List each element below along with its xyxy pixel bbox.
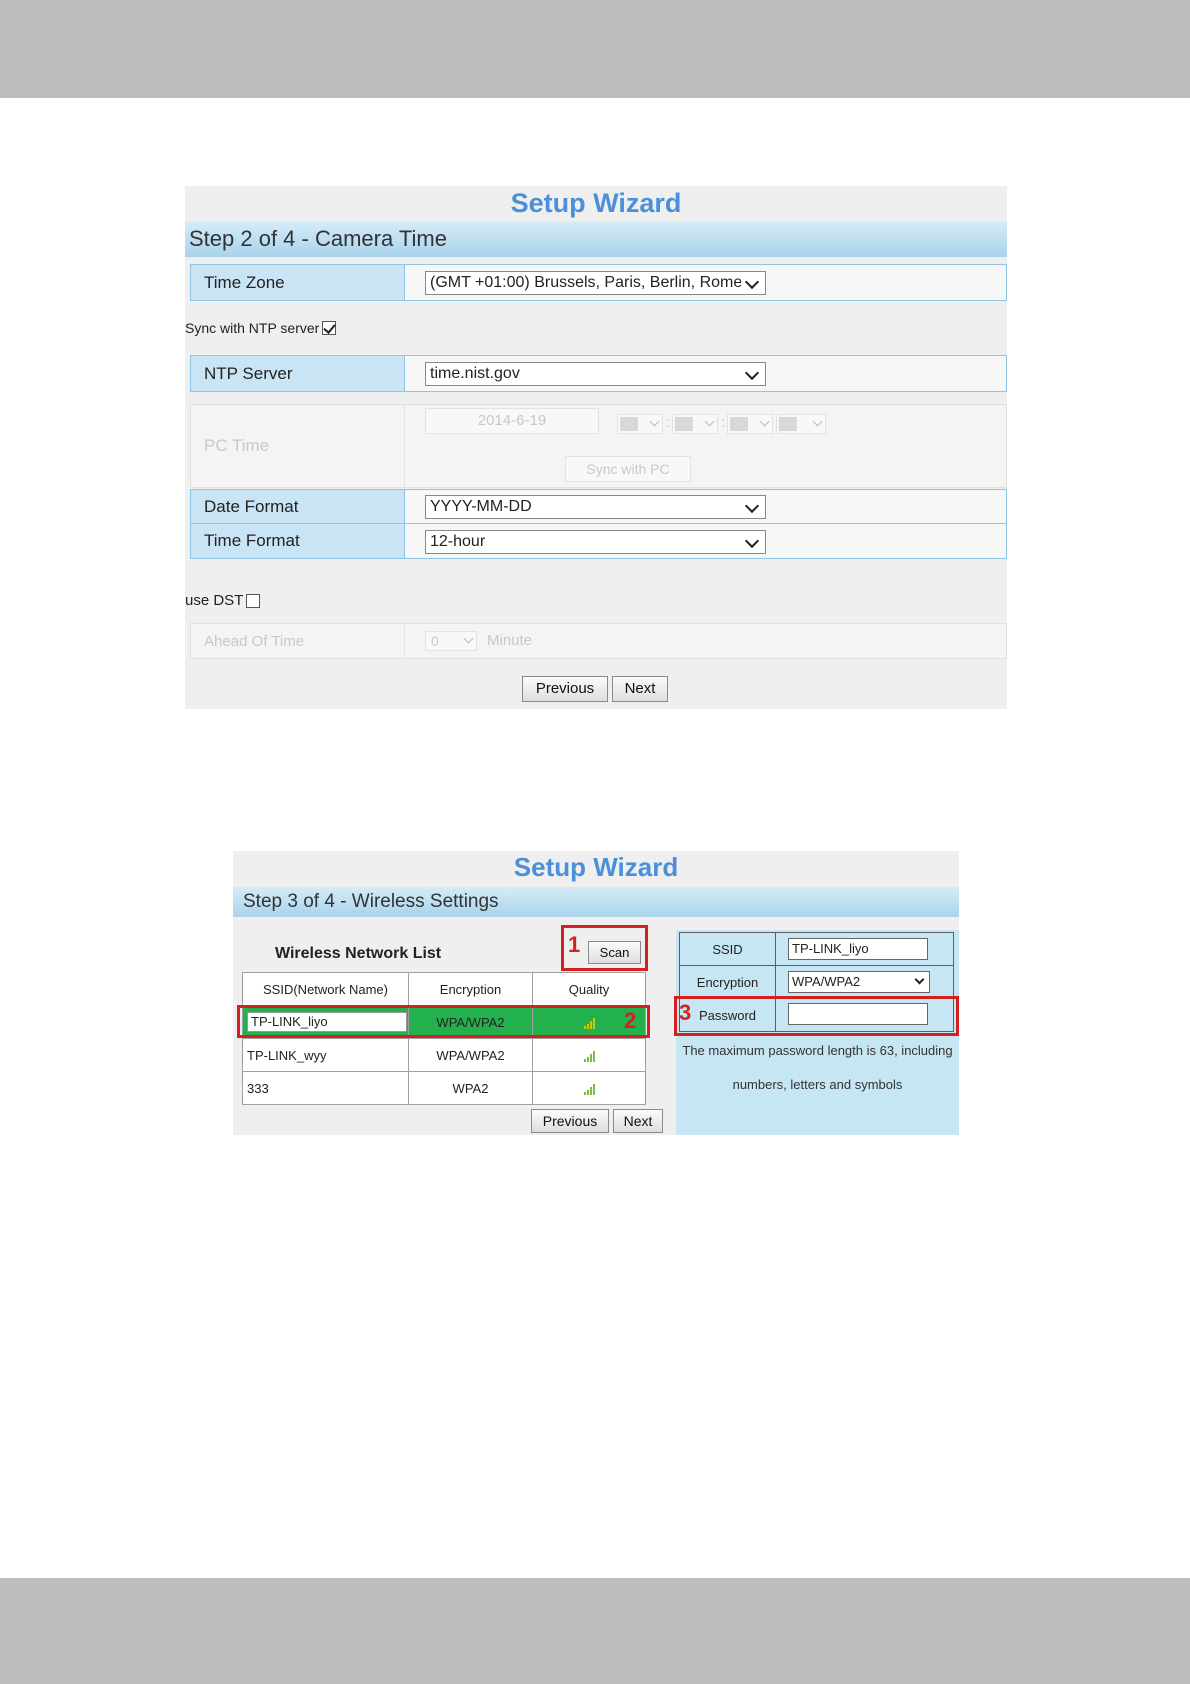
sync-ntp-option: Sync with NTP server (185, 320, 337, 336)
chevron-down-icon (745, 272, 761, 294)
use-dst-label: use DST (185, 592, 244, 609)
password-hint-line1: The maximum password length is 63, inclu… (682, 1043, 953, 1058)
network-ssid: 333 (242, 1071, 409, 1105)
sync-with-pc-button[interactable]: Sync with PC (565, 456, 691, 482)
next-button[interactable]: Next (613, 1109, 663, 1133)
ssid-input[interactable]: TP-LINK_liyo (788, 938, 928, 960)
time-format-row: Time Format 12-hour (190, 523, 1007, 559)
wireless-network-list-title: Wireless Network List (275, 945, 442, 962)
minute-select[interactable] (672, 414, 718, 434)
ntp-server-row: NTP Server time.nist.gov (190, 355, 1007, 392)
signal-strength-icon (583, 1050, 595, 1063)
signal-quality (532, 1071, 646, 1105)
previous-button[interactable]: Previous (531, 1109, 609, 1133)
date-format-row: Date Format YYYY-MM-DD (190, 489, 1007, 524)
table-row[interactable]: TP-LINK_wyy WPA/WPA2 (242, 1038, 646, 1072)
next-button[interactable]: Next (612, 676, 668, 702)
pc-date-field[interactable]: 2014-6-19 (425, 408, 599, 434)
column-header-quality: Quality (532, 972, 646, 1006)
wireless-network-table: SSID(Network Name) Encryption Quality TP… (242, 972, 646, 1105)
time-zone-label: Time Zone (191, 265, 405, 300)
encryption-select[interactable]: WPA/WPA2 (788, 971, 930, 993)
annotation-number-2: 2 (624, 1008, 637, 1033)
ntp-server-select[interactable]: time.nist.gov (425, 362, 766, 386)
chevron-down-icon (745, 496, 761, 518)
password-hint-line2: numbers, letters and symbols (732, 1077, 903, 1092)
column-header-encryption: Encryption (408, 972, 533, 1006)
annotation-number-1: 1 (568, 932, 581, 957)
ssid-label: SSID (679, 932, 776, 966)
pc-time-row: PC Time 2014-6-19 : : Sync with PC (190, 404, 1007, 488)
date-format-label: Date Format (191, 490, 405, 523)
ampm-select[interactable] (776, 414, 826, 434)
network-encryption: WPA2 (408, 1071, 533, 1105)
pc-time-label: PC Time (191, 405, 405, 487)
time-zone-row: Time Zone (GMT +01:00) Brussels, Paris, … (190, 264, 1007, 301)
chevron-down-icon (745, 363, 761, 385)
sync-ntp-checkbox[interactable] (322, 321, 337, 335)
table-header: SSID(Network Name) Encryption Quality (242, 972, 646, 1006)
encryption-label: Encryption (679, 965, 776, 999)
wizard-title: Setup Wizard (510, 188, 682, 218)
time-format-select[interactable]: 12-hour (425, 530, 766, 554)
use-dst-option: use DST (185, 592, 261, 609)
ahead-of-time-row: Ahead Of Time 0 Minute (190, 623, 1007, 659)
wizard-title: Setup Wizard (513, 852, 679, 882)
use-dst-checkbox[interactable] (246, 593, 261, 608)
hour-select[interactable] (617, 414, 663, 434)
camera-time-panel: Setup Wizard Step 2 of 4 - Camera Time T… (185, 186, 1007, 709)
top-band (0, 0, 1190, 98)
network-ssid: TP-LINK_wyy (242, 1038, 409, 1072)
minute-unit-label: Minute (487, 632, 533, 649)
chevron-down-icon (745, 531, 761, 553)
time-zone-select[interactable]: (GMT +01:00) Brussels, Paris, Berlin, Ro… (425, 271, 766, 295)
signal-strength-icon (583, 1083, 595, 1096)
table-row[interactable]: 333 WPA2 (242, 1071, 646, 1105)
chevron-down-icon (914, 974, 925, 985)
step-header: Step 2 of 4 - Camera Time (185, 221, 1007, 257)
column-header-ssid: SSID(Network Name) (242, 972, 409, 1006)
annotation-number-3: 3 (679, 1000, 692, 1025)
ahead-minute-select[interactable]: 0 (425, 631, 477, 651)
ntp-server-label: NTP Server (191, 356, 405, 391)
date-format-select[interactable]: YYYY-MM-DD (425, 495, 766, 519)
time-format-label: Time Format (191, 524, 405, 558)
ahead-of-time-label: Ahead Of Time (191, 624, 405, 658)
step-header: Step 3 of 4 - Wireless Settings (233, 887, 959, 917)
highlight-selected-network (237, 1005, 650, 1038)
sync-ntp-label: Sync with NTP server (185, 320, 320, 336)
second-select[interactable] (727, 414, 773, 434)
signal-quality (532, 1038, 646, 1072)
previous-button[interactable]: Previous (522, 676, 608, 702)
network-encryption: WPA/WPA2 (408, 1038, 533, 1072)
highlight-password (674, 996, 959, 1036)
wireless-settings-panel: Setup Wizard Step 3 of 4 - Wireless Sett… (233, 851, 959, 1135)
bottom-band (0, 1578, 1190, 1684)
